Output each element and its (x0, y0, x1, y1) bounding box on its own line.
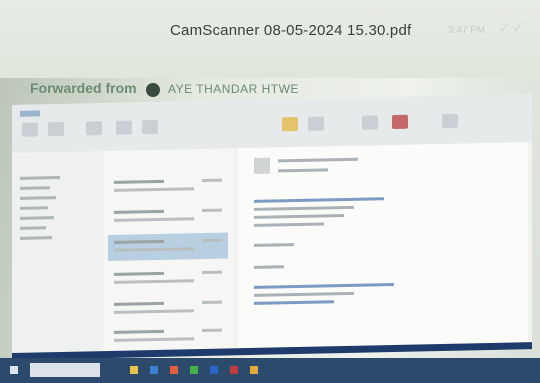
message-row-selected (108, 232, 228, 261)
body-line (254, 197, 384, 203)
ribbon-button (48, 121, 64, 137)
body-line (254, 300, 334, 305)
body-line (254, 214, 344, 219)
ribbon-tab (20, 110, 40, 117)
message-row (108, 172, 228, 201)
taskbar-app-icon (130, 366, 138, 374)
folder-item (20, 236, 52, 240)
sender-line (278, 157, 358, 163)
ribbon-button (362, 115, 378, 130)
folder-item (20, 216, 54, 220)
message-row (108, 294, 228, 323)
folder-pane (12, 151, 102, 353)
ribbon-button (142, 119, 158, 135)
ribbon-button (308, 116, 324, 131)
folder-item (20, 175, 60, 180)
body-line (254, 282, 394, 289)
taskbar-app-icon (150, 366, 158, 374)
folder-item (20, 206, 48, 210)
taskbar-app-icon (230, 366, 238, 374)
sender-avatar-icon (254, 157, 270, 174)
folder-item (20, 186, 50, 190)
windows-start-icon (10, 366, 18, 374)
taskbar-search-box (30, 363, 100, 377)
body-line (254, 243, 294, 247)
taskbar-app-icon (250, 366, 258, 374)
taskbar-app-icon (170, 366, 178, 374)
message-header: CamScanner 08-05-2024 15.30.pdf 3:47 PM … (0, 0, 540, 78)
taskbar-app-icon (210, 366, 218, 374)
channel-avatar-icon[interactable] (146, 83, 160, 97)
folder-item (20, 226, 46, 230)
body-line (254, 222, 324, 227)
ribbon-button (22, 122, 38, 137)
ribbon-button (116, 120, 132, 135)
reading-pane (238, 142, 528, 349)
folder-item (20, 196, 56, 200)
message-time: 3:47 PM (448, 25, 486, 36)
forwarded-source-name[interactable]: AYE THANDAR HTWE (168, 82, 299, 96)
message-row (108, 264, 228, 293)
body-line (254, 291, 354, 297)
body-line (254, 265, 284, 269)
sender-line (278, 168, 328, 173)
ribbon-button (442, 113, 458, 128)
photographed-outlook-window (12, 94, 532, 361)
forwarded-label: Forwarded from (30, 80, 137, 96)
taskbar-app-icon (190, 366, 198, 374)
message-list (104, 148, 234, 352)
read-check-icon: ✓✓ (498, 20, 525, 37)
file-name[interactable]: CamScanner 08-05-2024 15.30.pdf (170, 22, 411, 39)
message-row (108, 322, 228, 351)
ribbon-button (282, 117, 298, 132)
body-line (254, 205, 354, 211)
ribbon-button (86, 121, 102, 136)
message-row (108, 202, 228, 231)
ribbon-button (392, 114, 408, 130)
